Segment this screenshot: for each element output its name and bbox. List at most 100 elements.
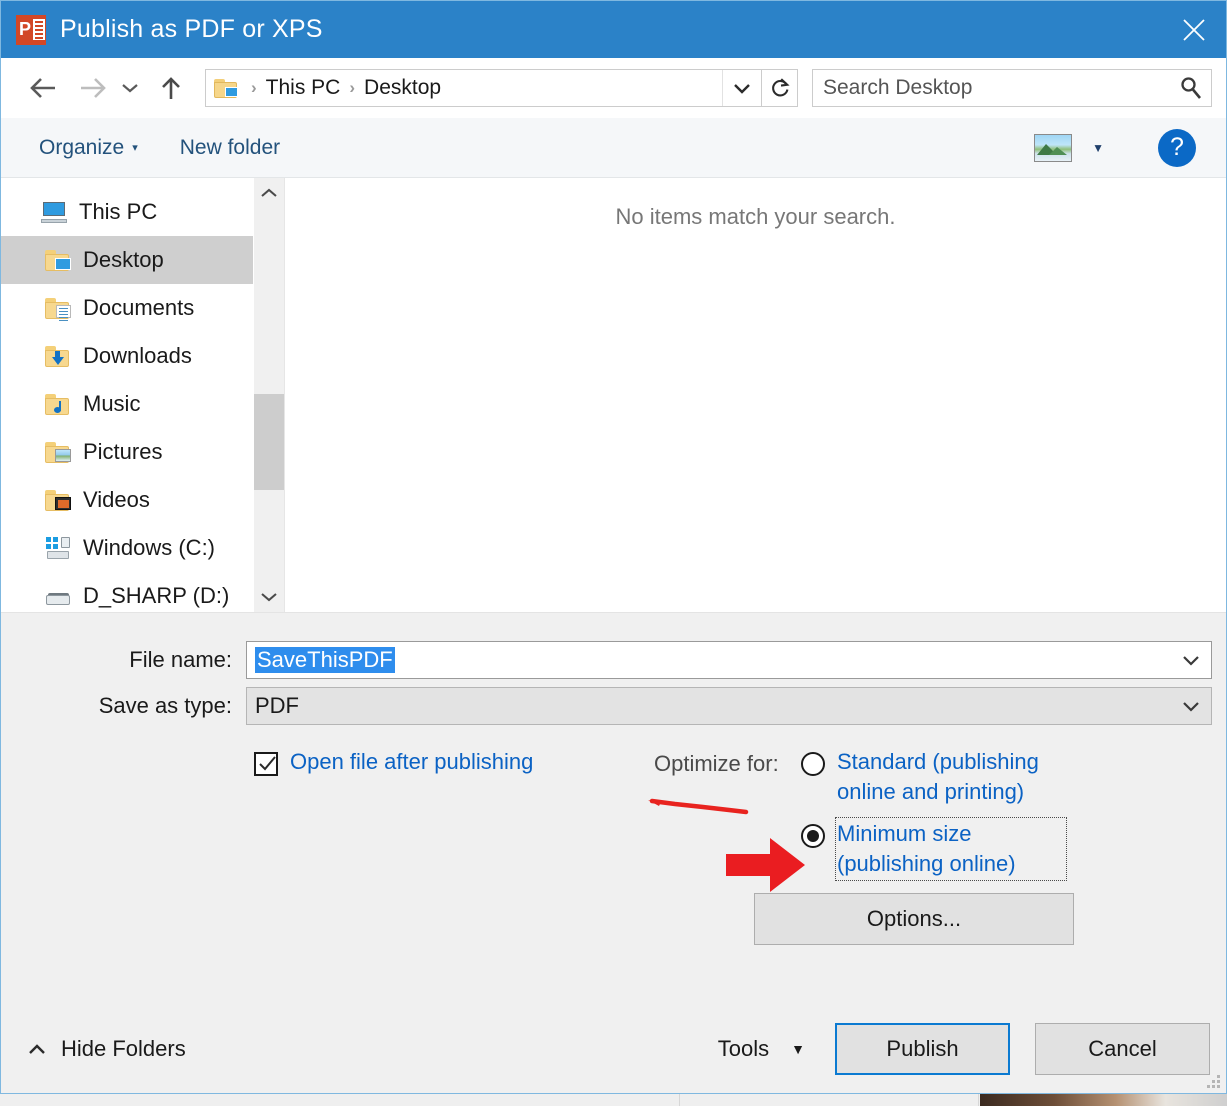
sidebar-item-label: Videos (83, 487, 150, 512)
new-folder-button[interactable]: New folder (180, 136, 280, 160)
sidebar-item-label: This PC (79, 199, 158, 224)
address-bar[interactable]: › This PC › Desktop (205, 69, 762, 107)
filename-combobox[interactable]: SaveThisPDF (246, 641, 1212, 679)
minimum-size-radio-button[interactable] (801, 824, 825, 848)
tools-button[interactable]: Tools ▼ (718, 1036, 805, 1062)
sidebar-item-label: Desktop (83, 247, 164, 272)
breadcrumb-this-pc[interactable]: This PC (266, 76, 341, 100)
sidebar-scrollbar[interactable] (253, 178, 284, 612)
minimum-size-radio-label[interactable]: Minimum size (publishing online) (835, 817, 1067, 881)
standard-radio-label[interactable]: Standard (publishing online and printing… (837, 747, 1065, 807)
open-after-publishing-checkbox-row[interactable]: Open file after publishing (254, 749, 533, 776)
sidebar-item-pictures[interactable]: Pictures (1, 428, 284, 476)
sidebar-item-videos[interactable]: Videos (1, 476, 284, 524)
downloads-folder-icon (45, 345, 71, 367)
search-icon[interactable] (1171, 70, 1211, 106)
sidebar-item-music[interactable]: Music (1, 380, 284, 428)
standard-radio-button[interactable] (801, 752, 825, 776)
savetype-value: PDF (255, 693, 299, 718)
sidebar-item-desktop[interactable]: Desktop (1, 236, 284, 284)
address-dropdown-chevron-down-icon[interactable] (722, 70, 761, 106)
hide-folders-button[interactable]: Hide Folders (27, 1036, 186, 1062)
filename-label: File name: (129, 647, 232, 672)
desktop-folder-icon (214, 78, 238, 98)
cancel-button[interactable]: Cancel (1035, 1023, 1210, 1075)
videos-folder-icon (45, 489, 71, 511)
refresh-icon[interactable] (762, 69, 798, 107)
publish-as-pdf-dialog: P Publish as PDF or XPS › This PC › Desk… (0, 0, 1227, 1094)
hard-drive-icon (45, 585, 71, 607)
publish-button[interactable]: Publish (835, 1023, 1010, 1075)
tools-label: Tools (717, 1036, 770, 1061)
scroll-up-chevron-up-icon[interactable] (254, 178, 285, 208)
save-options-panel: File name: SaveThisPDF Save as type: PDF (1, 612, 1226, 1005)
organize-button[interactable]: Organize ▾ (39, 136, 138, 160)
filename-value-wrap[interactable]: SaveThisPDF (247, 647, 1171, 673)
radio-row-standard[interactable]: Standard (publishing online and printing… (801, 747, 1071, 807)
title-bar: P Publish as PDF or XPS (1, 1, 1226, 58)
desktop-folder-icon (45, 249, 71, 271)
open-after-publishing-label[interactable]: Open file after publishing (290, 749, 533, 775)
chevron-down-icon: ▼ (791, 1041, 805, 1057)
optimize-radio-group: Standard (publishing online and printing… (801, 747, 1071, 891)
music-folder-icon (45, 393, 71, 415)
dialog-footer: Hide Folders Tools ▼ Publish Cancel (1, 1005, 1226, 1093)
resize-grip-icon[interactable] (1207, 1075, 1221, 1089)
hide-folders-label: Hide Folders (61, 1036, 186, 1061)
this-pc-icon (41, 201, 67, 223)
navigation-bar: › This PC › Desktop (1, 58, 1226, 118)
sidebar-item-documents[interactable]: Documents (1, 284, 284, 332)
sidebar-item-label: Music (83, 391, 141, 416)
publish-options-area: Open file after publishing Optimize for:… (1, 739, 1226, 945)
navigation-tree: This PC Desktop Documents Downloads Musi… (1, 178, 284, 612)
options-button[interactable]: Options... (754, 893, 1074, 945)
up-one-level-icon[interactable] (151, 68, 191, 108)
recent-locations-chevron-down-icon[interactable] (115, 68, 145, 108)
close-icon[interactable] (1162, 1, 1226, 58)
sidebar-item-label: Documents (83, 295, 195, 320)
open-after-publishing-checkbox[interactable] (254, 752, 278, 776)
picture-view-icon[interactable] (1034, 133, 1073, 162)
browser-content: This PC Desktop Documents Downloads Musi… (1, 178, 1226, 612)
search-box[interactable] (812, 69, 1212, 107)
savetype-chevron-down-icon[interactable] (1171, 688, 1211, 724)
chevron-down-icon: ▾ (132, 142, 138, 154)
help-button[interactable]: ? (1158, 128, 1196, 167)
sidebar-item-label: D_SHARP (D:) (83, 583, 230, 608)
sidebar-item-label: Downloads (83, 343, 192, 368)
documents-folder-icon (45, 297, 71, 321)
view-options-chevron-down-icon[interactable]: ▼ (1092, 141, 1104, 155)
windows-drive-icon (45, 537, 71, 559)
filename-row: File name: SaveThisPDF (1, 641, 1226, 679)
command-toolbar: Organize ▾ New folder ▼ ? (1, 118, 1226, 178)
sidebar-item-d-sharp-d[interactable]: D_SHARP (D:) (1, 572, 284, 612)
scroll-down-chevron-down-icon[interactable] (254, 582, 285, 612)
chevron-up-icon (27, 1043, 47, 1056)
screen: P Publish as PDF or XPS › This PC › Desk… (0, 0, 1227, 1106)
empty-message: No items match your search. (615, 204, 896, 229)
breadcrumb-separator: › (251, 78, 257, 97)
optimize-for-label: Optimize for: (654, 751, 779, 776)
back-icon[interactable] (23, 68, 63, 108)
sidebar-item-label: Pictures (83, 439, 163, 464)
search-input[interactable] (813, 75, 1171, 101)
organize-label: Organize (39, 135, 125, 159)
savetype-row: Save as type: PDF (1, 687, 1226, 725)
breadcrumb-desktop[interactable]: Desktop (364, 76, 441, 100)
sidebar-item-label: Windows (C:) (83, 535, 216, 560)
pictures-folder-icon (45, 441, 71, 463)
new-folder-label: New folder (179, 135, 281, 159)
scrollbar-thumb[interactable] (253, 394, 284, 490)
forward-icon (73, 68, 113, 108)
breadcrumb-separator: › (349, 78, 356, 97)
radio-row-minimum-size[interactable]: Minimum size (publishing online) (801, 817, 1071, 881)
sidebar-item-this-pc[interactable]: This PC (1, 188, 284, 236)
sidebar-item-downloads[interactable]: Downloads (1, 332, 284, 380)
savetype-combobox[interactable]: PDF (246, 687, 1212, 725)
filename-input[interactable]: SaveThisPDF (255, 647, 395, 673)
file-list[interactable]: No items match your search. (284, 178, 1226, 612)
scrollbar-track[interactable] (253, 208, 284, 582)
window-title: Publish as PDF or XPS (60, 15, 323, 43)
filename-chevron-down-icon[interactable] (1171, 642, 1211, 678)
sidebar-item-windows-c[interactable]: Windows (C:) (1, 524, 284, 572)
